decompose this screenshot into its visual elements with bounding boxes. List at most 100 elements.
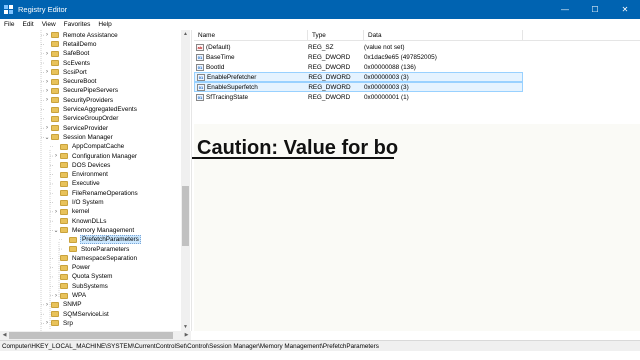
menu-file[interactable]: File: [0, 21, 18, 28]
dword-value-icon: 01: [197, 73, 205, 81]
tree-key-item[interactable]: SubSystems: [52, 282, 109, 291]
tree-key-item[interactable]: SQMServiceList: [43, 310, 110, 319]
tree-key-item[interactable]: › SecurityProviders: [43, 96, 114, 105]
scroll-up-arrow-icon[interactable]: ▲: [181, 30, 190, 38]
tree-key-item[interactable]: Quota System: [52, 272, 114, 281]
expand-chevron-icon[interactable]: ›: [43, 32, 51, 38]
tree-key-item[interactable]: ServiceAggregatedEvents: [43, 105, 138, 114]
tree-key-item[interactable]: › ScsiPort: [43, 68, 88, 77]
tree-key-item[interactable]: › Configuration Manager: [52, 151, 138, 160]
menu-help[interactable]: Help: [94, 21, 115, 28]
value-data: 0x1dac9e65 (497852005): [364, 53, 437, 61]
value-row[interactable]: ab (Default) REG_SZ (value not set): [194, 42, 523, 52]
tree-key-item[interactable]: › SecurePipeServers: [43, 86, 119, 95]
tree-key-item[interactable]: › WPA: [52, 291, 87, 300]
tree-key-item[interactable]: › SNMP: [43, 300, 82, 309]
tree-horizontal-scrollbar[interactable]: ◀ ▶: [0, 331, 191, 340]
folder-icon: [60, 264, 68, 271]
value-row[interactable]: 01 BaseTime REG_DWORD 0x1dac9e65 (497852005…: [194, 52, 523, 62]
tree-key-item[interactable]: ⌄ Session Manager: [43, 133, 114, 142]
registry-key-tree[interactable]: › Remote Assistance RetailDemo › SafeBoot ScE…: [0, 30, 191, 331]
expand-chevron-icon[interactable]: ›: [52, 209, 60, 215]
menu-view[interactable]: View: [38, 21, 60, 28]
tree-key-item[interactable]: › kernel: [52, 207, 90, 216]
tree-hscroll-thumb[interactable]: [9, 332, 173, 339]
tree-key-item[interactable]: ⌄ Memory Management: [52, 226, 135, 235]
expand-chevron-icon[interactable]: ›: [43, 302, 51, 308]
folder-icon: [60, 143, 68, 150]
value-name-cell: 01 SfTracingState: [194, 93, 308, 101]
folder-icon: [69, 236, 77, 243]
expand-chevron-icon[interactable]: ›: [43, 69, 51, 75]
tree-scroll-thumb[interactable]: [182, 186, 189, 246]
tree-key-item[interactable]: › SecureBoot: [43, 77, 97, 86]
tree-key-label: Executive: [72, 180, 100, 188]
column-header-type[interactable]: Type: [308, 30, 364, 41]
scroll-down-arrow-icon[interactable]: ▼: [181, 323, 190, 331]
tree-key-item[interactable]: › Remote Assistance: [43, 31, 119, 40]
expand-chevron-icon[interactable]: ›: [43, 79, 51, 85]
close-button[interactable]: ✕: [610, 0, 640, 19]
minimize-button[interactable]: —: [550, 0, 580, 19]
tree-key-item[interactable]: KnownDLLs: [52, 217, 107, 226]
value-name-cell: ab (Default): [194, 43, 308, 51]
expand-chevron-icon[interactable]: ›: [52, 293, 60, 299]
tree-key-item[interactable]: NamespaceSeparation: [52, 254, 138, 263]
value-name: SfTracingState: [206, 93, 249, 101]
folder-icon: [60, 208, 68, 215]
tree-key-item[interactable]: ScEvents: [43, 58, 91, 67]
tree-key-label: Environment: [72, 171, 108, 179]
expand-chevron-icon[interactable]: ›: [43, 125, 51, 131]
value-type: REG_DWORD: [308, 53, 351, 61]
expand-chevron-icon[interactable]: ›: [52, 153, 60, 159]
menu-bar: File Edit View Favorites Help: [0, 19, 640, 30]
tree-key-item[interactable]: › Srp: [43, 319, 74, 328]
tree-key-label: KnownDLLs: [72, 217, 107, 225]
value-name-cell: 01 BootId: [194, 63, 308, 71]
tree-key-item[interactable]: Environment: [52, 170, 109, 179]
collapse-chevron-icon[interactable]: ⌄: [43, 134, 51, 141]
value-row[interactable]: 01 EnableSuperfetch REG_DWORD 0x00000003 (3…: [194, 82, 523, 92]
tree-key-item[interactable]: StoreParameters: [61, 244, 130, 253]
folder-icon: [60, 199, 68, 206]
folder-icon: [60, 190, 68, 197]
value-row[interactable]: 01 SfTracingState REG_DWORD 0x00000001 (1): [194, 92, 523, 102]
folder-icon: [51, 134, 59, 141]
scroll-left-arrow-icon[interactable]: ◀: [0, 331, 9, 340]
expand-chevron-icon[interactable]: ›: [43, 88, 51, 94]
tree-key-label: ServiceAggregatedEvents: [63, 106, 137, 114]
menu-edit[interactable]: Edit: [18, 21, 37, 28]
collapse-chevron-icon[interactable]: ⌄: [52, 227, 60, 234]
value-row[interactable]: 01 BootId REG_DWORD 0x00000088 (136): [194, 62, 523, 72]
tree-key-label: SafeBoot: [63, 50, 90, 58]
expand-chevron-icon[interactable]: ›: [43, 51, 51, 57]
tree-key-item[interactable]: PrefetchParameters: [61, 235, 141, 245]
tree-key-item[interactable]: AppCompatCache: [52, 142, 125, 151]
maximize-button[interactable]: ☐: [580, 0, 610, 19]
scroll-right-arrow-icon[interactable]: ▶: [182, 331, 191, 340]
folder-icon: [69, 246, 77, 253]
tree-key-item[interactable]: FileRenameOperations: [52, 189, 139, 198]
menu-favorites[interactable]: Favorites: [60, 21, 95, 28]
tree-key-item[interactable]: DOS Devices: [52, 161, 111, 170]
tree-key-label: Srp: [63, 319, 73, 327]
expand-chevron-icon[interactable]: ›: [43, 320, 51, 326]
tree-vertical-scrollbar[interactable]: ▲ ▼: [181, 30, 190, 331]
expand-chevron-icon[interactable]: ›: [43, 97, 51, 103]
tree-key-label: PrefetchParameters: [80, 235, 141, 245]
tree-key-label: Session Manager: [63, 133, 113, 141]
folder-icon: [60, 227, 68, 234]
tree-key-label: I/O System: [72, 199, 104, 207]
tree-key-item[interactable]: Executive: [52, 179, 101, 188]
column-header-data[interactable]: Data: [364, 30, 523, 41]
tree-key-item[interactable]: › ServiceProvider: [43, 124, 109, 133]
column-header-name[interactable]: Name: [194, 30, 308, 41]
value-row[interactable]: 01 EnablePrefetcher REG_DWORD 0x00000003 (3…: [194, 72, 523, 82]
tree-key-item[interactable]: Power: [52, 263, 91, 272]
value-name: BaseTime: [206, 53, 235, 61]
tree-key-item[interactable]: ServiceGroupOrder: [43, 114, 119, 123]
tree-key-item[interactable]: › SafeBoot: [43, 49, 90, 58]
tree-key-label: SecurePipeServers: [63, 87, 119, 95]
tree-key-item[interactable]: I/O System: [52, 198, 105, 207]
tree-key-item[interactable]: RetailDemo: [43, 40, 97, 49]
